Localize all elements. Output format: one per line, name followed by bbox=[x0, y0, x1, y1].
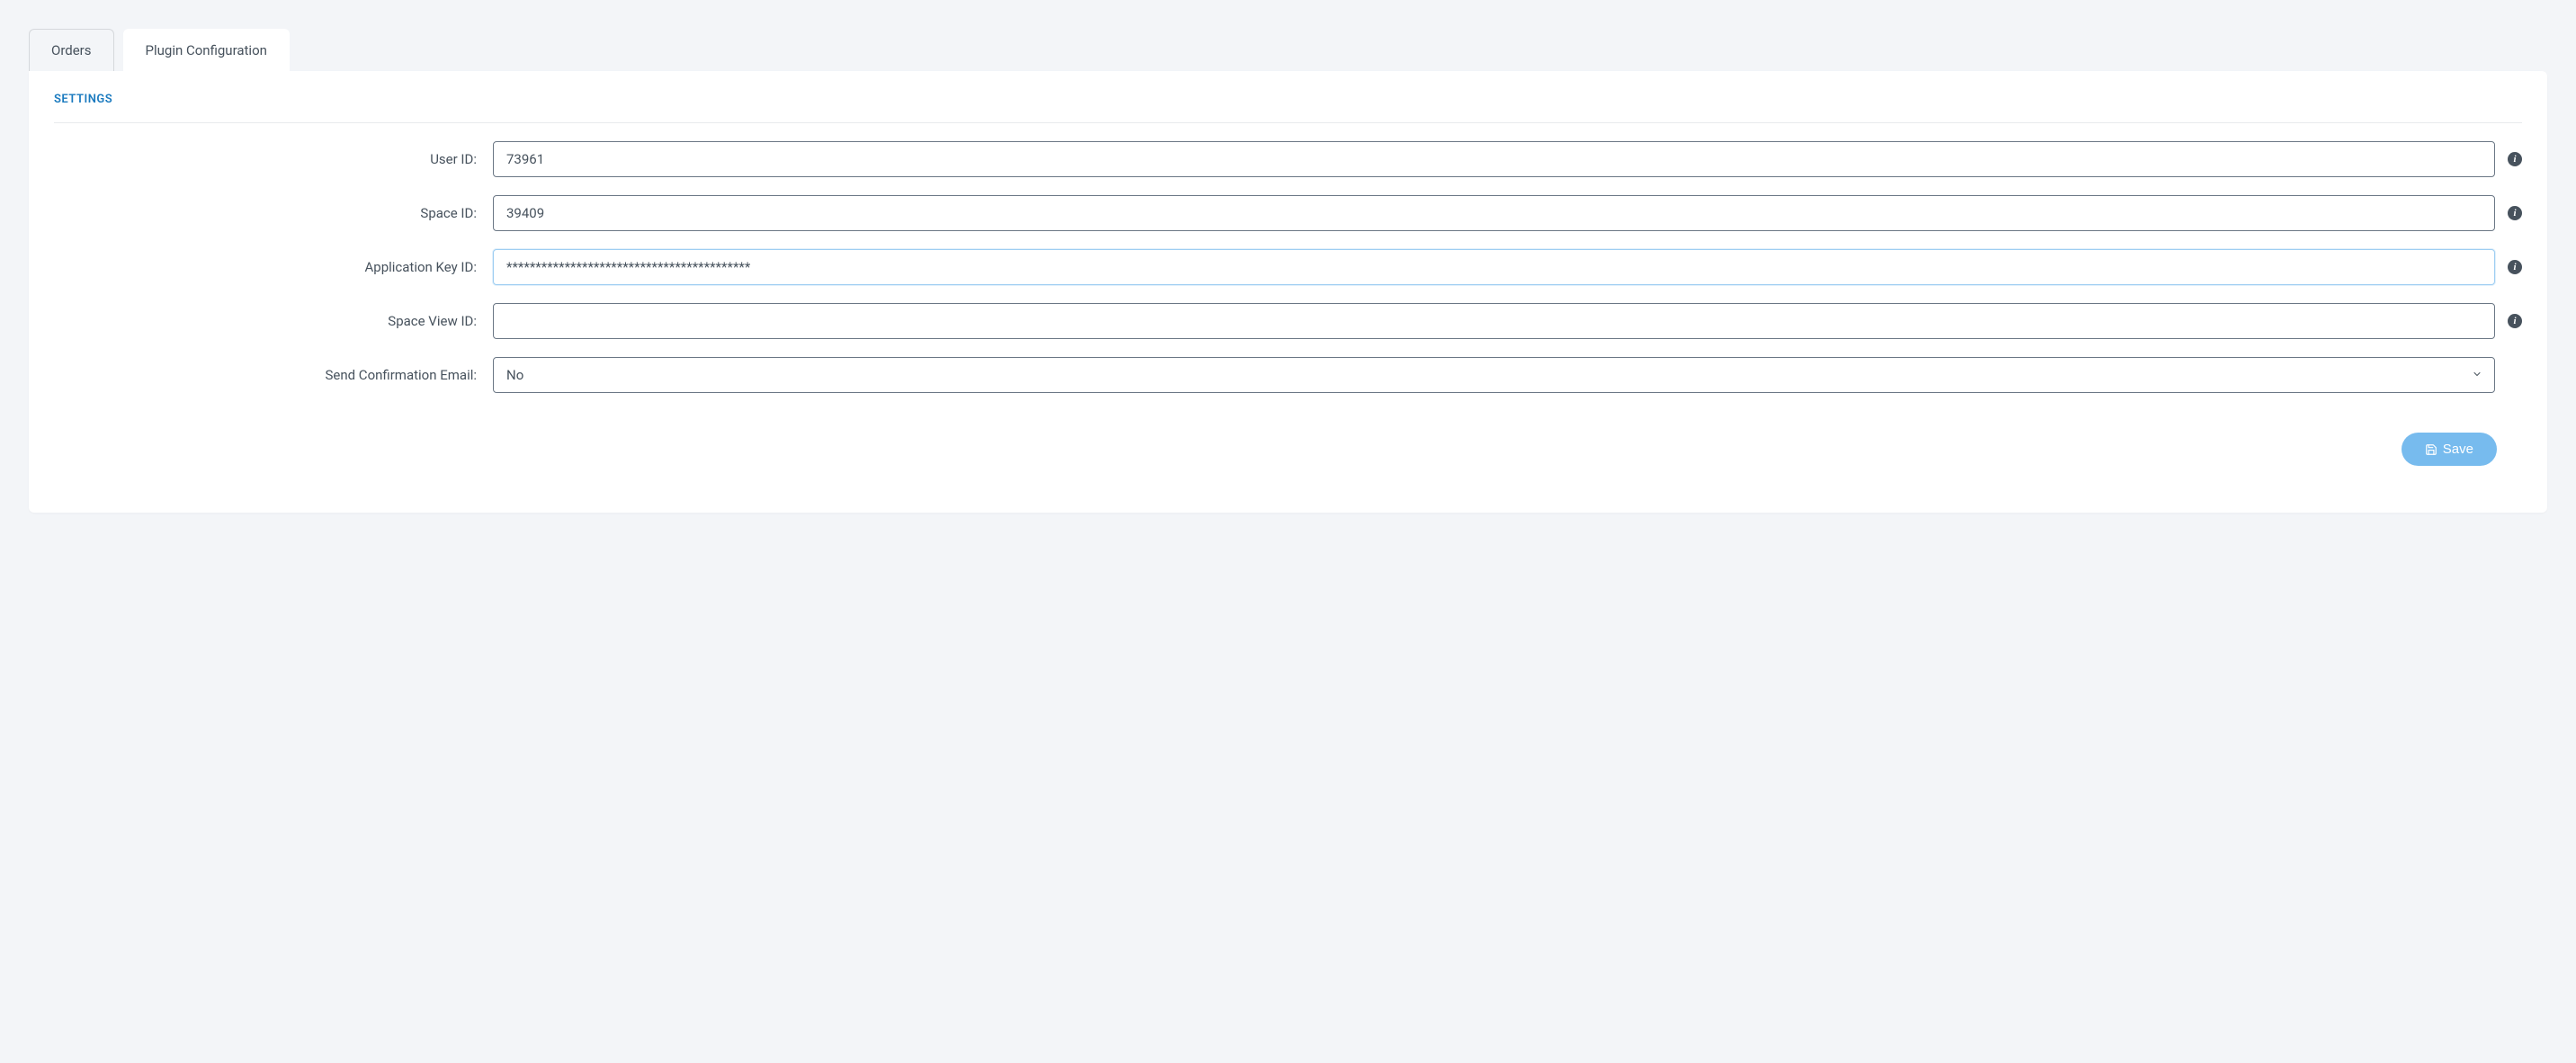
info-icon[interactable]: i bbox=[2508, 260, 2522, 274]
label-user-id: User ID: bbox=[54, 151, 477, 167]
tab-orders[interactable]: Orders bbox=[29, 29, 114, 71]
input-user-id[interactable] bbox=[493, 141, 2495, 177]
row-space-view-id: Space View ID: i bbox=[54, 303, 2522, 339]
label-space-id: Space ID: bbox=[54, 205, 477, 221]
tab-plugin-configuration[interactable]: Plugin Configuration bbox=[123, 29, 290, 71]
row-space-id: Space ID: i bbox=[54, 195, 2522, 231]
row-send-confirmation-email: Send Confirmation Email: No bbox=[54, 357, 2522, 393]
label-send-confirmation-email: Send Confirmation Email: bbox=[54, 367, 477, 383]
row-application-key-id: Application Key ID: i bbox=[54, 249, 2522, 285]
section-title: SETTINGS bbox=[54, 93, 2522, 123]
input-application-key-id[interactable] bbox=[493, 249, 2495, 285]
tabs: Orders Plugin Configuration bbox=[29, 29, 2547, 71]
save-button-label: Save bbox=[2443, 442, 2473, 457]
info-icon[interactable]: i bbox=[2508, 152, 2522, 166]
select-send-confirmation-email[interactable]: No bbox=[493, 357, 2495, 393]
footer-bar: Save bbox=[54, 411, 2522, 487]
label-application-key-id: Application Key ID: bbox=[54, 259, 477, 275]
info-icon[interactable]: i bbox=[2508, 206, 2522, 220]
input-space-id[interactable] bbox=[493, 195, 2495, 231]
label-space-view-id: Space View ID: bbox=[54, 313, 477, 329]
settings-panel: SETTINGS User ID: i Space ID: i Applicat… bbox=[29, 71, 2547, 513]
input-space-view-id[interactable] bbox=[493, 303, 2495, 339]
save-button[interactable]: Save bbox=[2402, 433, 2497, 466]
save-icon bbox=[2425, 443, 2437, 456]
info-icon[interactable]: i bbox=[2508, 314, 2522, 328]
row-user-id: User ID: i bbox=[54, 141, 2522, 177]
